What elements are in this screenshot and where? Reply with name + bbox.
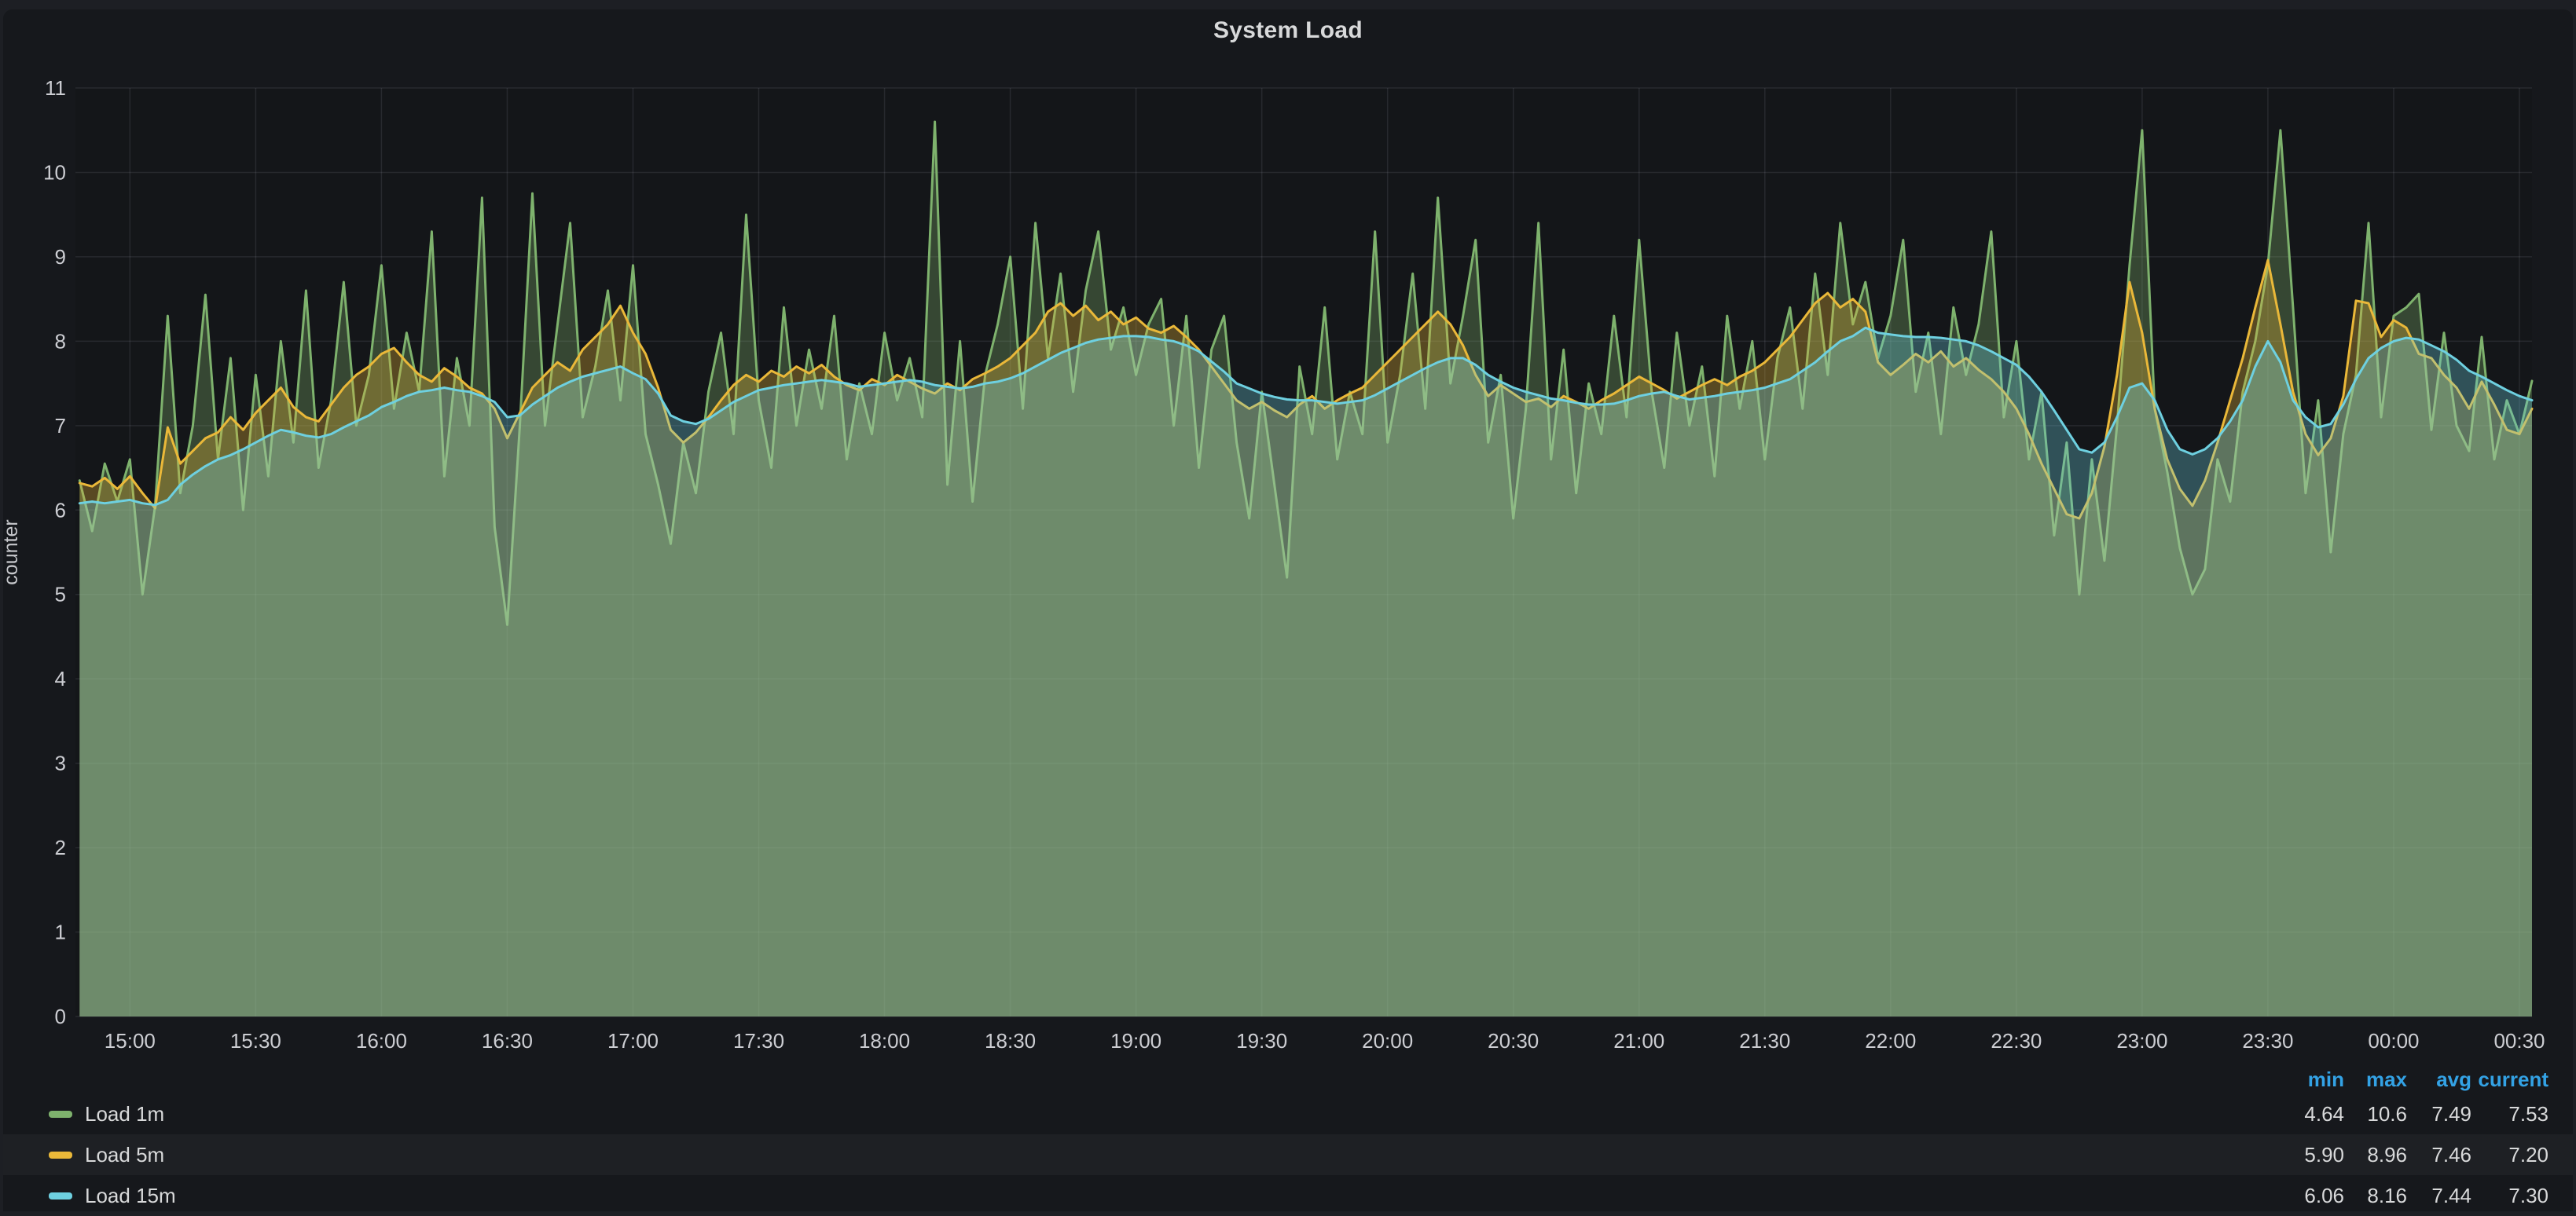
legend-column-max[interactable]: max [2344,1068,2407,1092]
x-tick-label: 20:30 [1488,1029,1539,1053]
series-color-icon[interactable] [49,1111,72,1118]
y-axis-title: counter [0,519,22,584]
y-tick-label: 2 [55,836,66,859]
legend-item-load-5m[interactable]: Load 5m 5.908.967.467.20 [3,1134,2573,1175]
y-tick-label: 7 [55,414,66,438]
legend-column-avg[interactable]: avg [2407,1068,2471,1092]
stat-avg: 7.49 [2407,1102,2471,1126]
x-tick-label: 16:00 [356,1029,407,1053]
x-tick-label: 21:30 [1739,1029,1790,1053]
x-tick-label: 18:30 [985,1029,1036,1053]
series-color-icon[interactable] [49,1152,72,1159]
x-tick-label: 19:30 [1236,1029,1287,1053]
x-tick-label: 15:00 [105,1029,156,1053]
y-tick-label: 4 [55,667,66,690]
stat-max: 8.96 [2344,1143,2407,1167]
x-tick-label: 18:00 [859,1029,910,1053]
load-chart[interactable]: counter 0 1 2 3 4 5 6 7 8 9 10 11 15:00 15:30 16:00 16:… [0,0,2576,1211]
x-tick-label: 19:00 [1110,1029,1161,1053]
stat-current: 7.53 [2471,1102,2548,1126]
y-tick-label: 6 [55,498,66,522]
x-tick-label: 22:00 [1865,1029,1916,1053]
x-tick-label: 23:00 [2116,1029,2167,1053]
y-tick-label: 10 [43,160,66,184]
stat-min: 6.06 [2277,1184,2344,1208]
y-tick-label: 3 [55,752,66,775]
stat-avg: 7.44 [2407,1184,2471,1208]
stat-current: 7.20 [2471,1143,2548,1167]
series-label[interactable]: Load 1m [85,1102,164,1126]
x-tick-label: 15:30 [230,1029,281,1053]
y-tick-label: 11 [45,76,66,100]
stat-min: 5.90 [2277,1143,2344,1167]
stat-avg: 7.46 [2407,1143,2471,1167]
series-label[interactable]: Load 5m [85,1143,164,1167]
x-tick-label: 17:00 [607,1029,659,1053]
series-label[interactable]: Load 15m [85,1184,176,1208]
y-tick-label: 1 [55,921,66,944]
legend-item-load-1m[interactable]: Load 1m 4.6410.67.497.53 [3,1093,2573,1134]
stat-min: 4.64 [2277,1102,2344,1126]
x-tick-label: 00:30 [2493,1029,2545,1053]
legend-column-min[interactable]: min [2277,1068,2344,1092]
stat-max: 8.16 [2344,1184,2407,1208]
legend-header: min max avg current [3,1065,2573,1093]
x-tick-label: 22:30 [1991,1029,2042,1053]
y-tick-label: 9 [55,245,66,269]
legend: min max avg current Load 1m4.6410.67.497… [3,1065,2573,1216]
stat-max: 10.6 [2344,1102,2407,1126]
y-tick-label: 0 [55,1005,66,1028]
legend-column-current[interactable]: current [2471,1068,2548,1092]
legend-item-load-15m[interactable]: Load 15m 6.068.167.447.30 [3,1175,2573,1216]
y-tick-label: 8 [55,329,66,353]
x-tick-label: 23:30 [2242,1029,2293,1053]
stat-current: 7.30 [2471,1184,2548,1208]
y-tick-label: 5 [55,583,66,606]
x-tick-label: 21:00 [1613,1029,1664,1053]
x-tick-label: 17:30 [733,1029,784,1053]
x-tick-label: 16:30 [482,1029,533,1053]
series-color-icon[interactable] [49,1192,72,1200]
series-area-load-15m [79,328,2532,1016]
x-tick-label: 00:00 [2368,1029,2419,1053]
x-tick-label: 20:00 [1362,1029,1413,1053]
